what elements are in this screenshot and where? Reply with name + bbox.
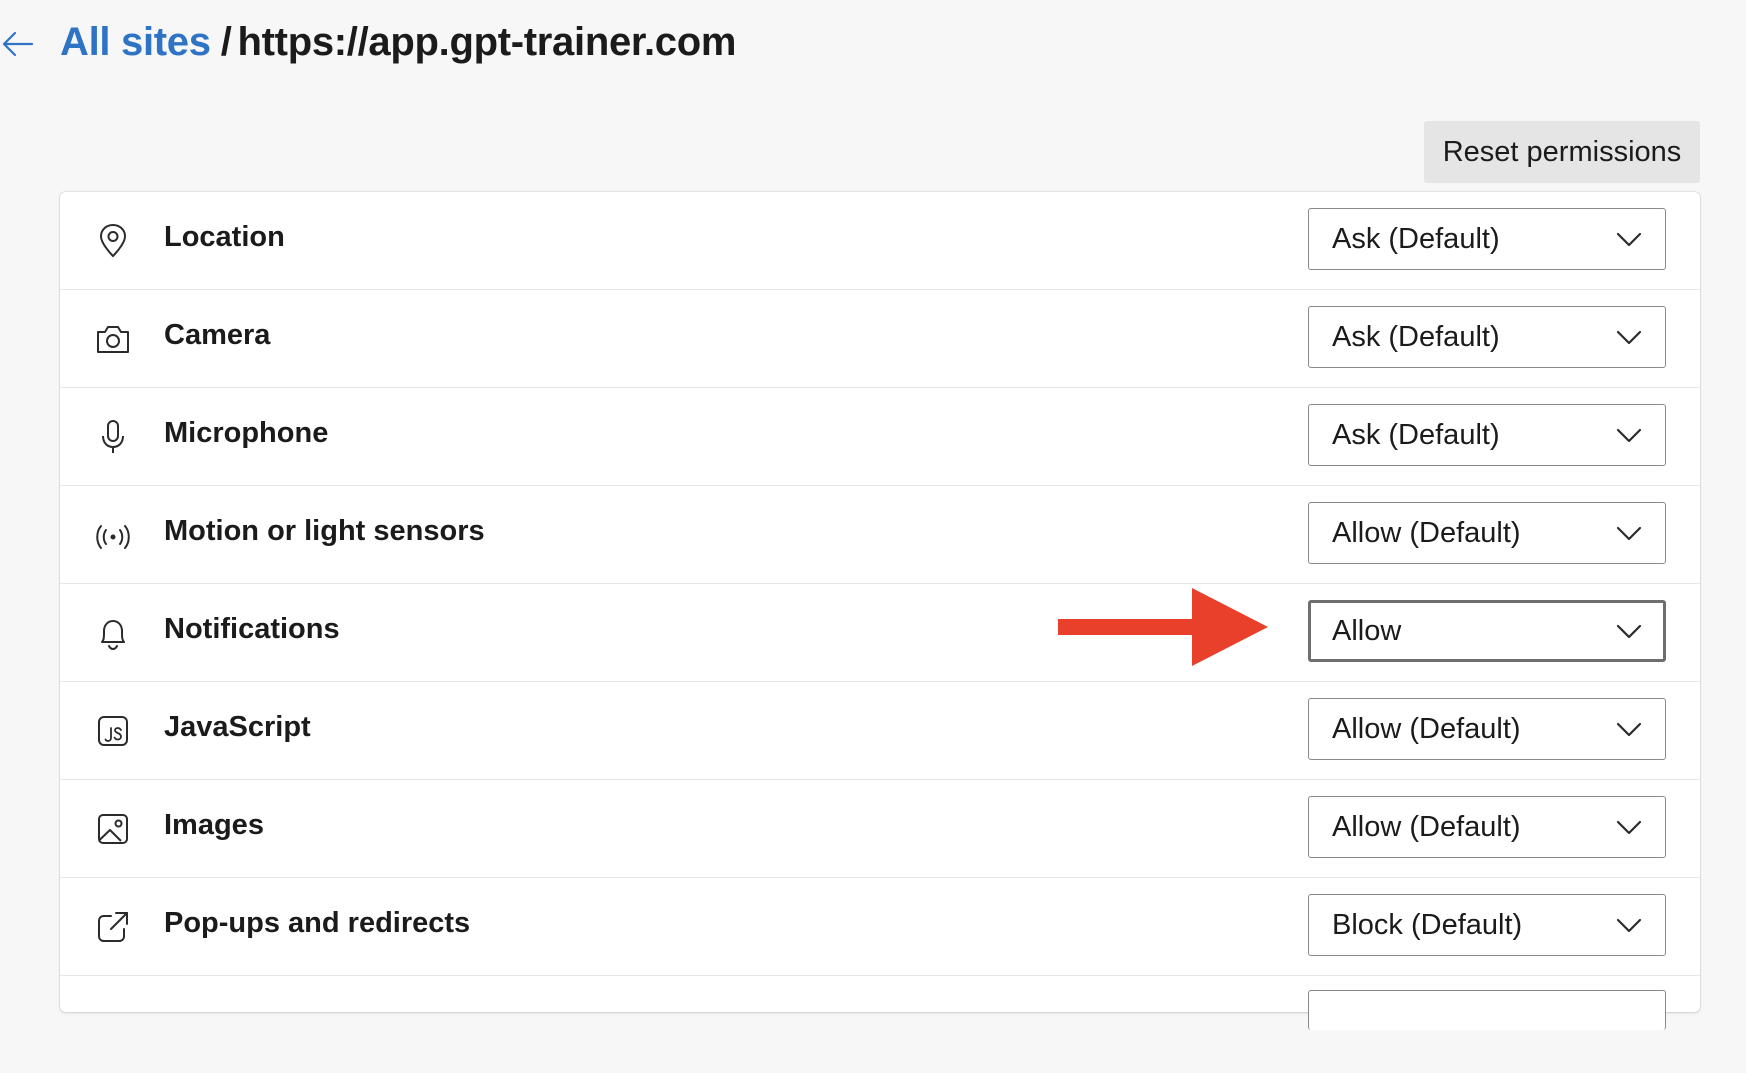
- permission-label: Notifications: [164, 613, 340, 645]
- permission-row-next-partial: [60, 976, 1700, 1073]
- breadcrumb: All sites / https://app.gpt-trainer.com: [60, 20, 736, 65]
- motion-sensors-permission-select[interactable]: Allow (Default): [1308, 502, 1666, 564]
- chevron-down-icon: [1616, 624, 1642, 639]
- microphone-icon: [93, 417, 133, 457]
- select-value: Block (Default): [1332, 909, 1523, 941]
- page-header: All sites / https://app.gpt-trainer.com: [0, 0, 1746, 90]
- chevron-down-icon: [1616, 428, 1642, 443]
- page-title: https://app.gpt-trainer.com: [237, 20, 737, 64]
- permission-label: Location: [164, 221, 285, 253]
- chevron-down-icon: [1616, 330, 1642, 345]
- chevron-down-icon: [1616, 918, 1642, 933]
- permission-label: Pop-ups and redirects: [164, 907, 471, 939]
- sensor-icon: [93, 515, 133, 555]
- permission-row-images: Images Allow (Default): [60, 780, 1700, 878]
- annotation-arrow-icon: [1058, 588, 1268, 666]
- location-permission-select[interactable]: Ask (Default): [1308, 208, 1666, 270]
- notifications-permission-select[interactable]: Allow: [1308, 600, 1666, 662]
- back-arrow-icon[interactable]: [0, 26, 36, 62]
- permission-row-camera: Camera Ask (Default): [60, 290, 1700, 388]
- bell-icon: [93, 613, 133, 653]
- select-value: Ask (Default): [1332, 321, 1500, 353]
- microphone-permission-select[interactable]: Ask (Default): [1308, 404, 1666, 466]
- permission-row-popups: Pop-ups and redirects Block (Default): [60, 878, 1700, 976]
- permission-label: Motion or light sensors: [164, 515, 485, 547]
- select-value: Allow (Default): [1332, 517, 1521, 549]
- popup-icon: [93, 907, 133, 947]
- camera-permission-select[interactable]: Ask (Default): [1308, 306, 1666, 368]
- permission-label: Camera: [164, 319, 271, 351]
- images-permission-select[interactable]: Allow (Default): [1308, 796, 1666, 858]
- popups-permission-select[interactable]: Block (Default): [1308, 894, 1666, 956]
- permission-label: Images: [164, 809, 264, 841]
- breadcrumb-separator: /: [220, 20, 232, 64]
- permission-label: Microphone: [164, 417, 329, 449]
- select-value: Allow: [1332, 615, 1402, 647]
- permission-row-location: Location Ask (Default): [60, 192, 1700, 290]
- chevron-down-icon: [1616, 820, 1642, 835]
- image-icon: [93, 809, 133, 849]
- next-permission-select[interactable]: [1308, 990, 1666, 1030]
- permission-row-motion-sensors: Motion or light sensors Allow (Default): [60, 486, 1700, 584]
- chevron-down-icon: [1616, 526, 1642, 541]
- camera-icon: [93, 319, 133, 359]
- reset-permissions-button[interactable]: Reset permissions: [1424, 121, 1700, 183]
- permission-row-javascript: JavaScript Allow (Default): [60, 682, 1700, 780]
- select-value: Ask (Default): [1332, 419, 1500, 451]
- javascript-icon: [93, 711, 133, 751]
- permission-label: JavaScript: [164, 711, 311, 743]
- permission-row-notifications: Notifications Allow: [60, 584, 1700, 682]
- permissions-list: Location Ask (Default) Camera Ask (Defau…: [60, 192, 1700, 1030]
- breadcrumb-all-sites-link[interactable]: All sites: [60, 20, 211, 64]
- location-pin-icon: [93, 221, 133, 261]
- select-value: Allow (Default): [1332, 713, 1521, 745]
- javascript-permission-select[interactable]: Allow (Default): [1308, 698, 1666, 760]
- chevron-down-icon: [1616, 722, 1642, 737]
- select-value: Allow (Default): [1332, 811, 1521, 843]
- select-value: Ask (Default): [1332, 223, 1500, 255]
- chevron-down-icon: [1616, 232, 1642, 247]
- permission-row-microphone: Microphone Ask (Default): [60, 388, 1700, 486]
